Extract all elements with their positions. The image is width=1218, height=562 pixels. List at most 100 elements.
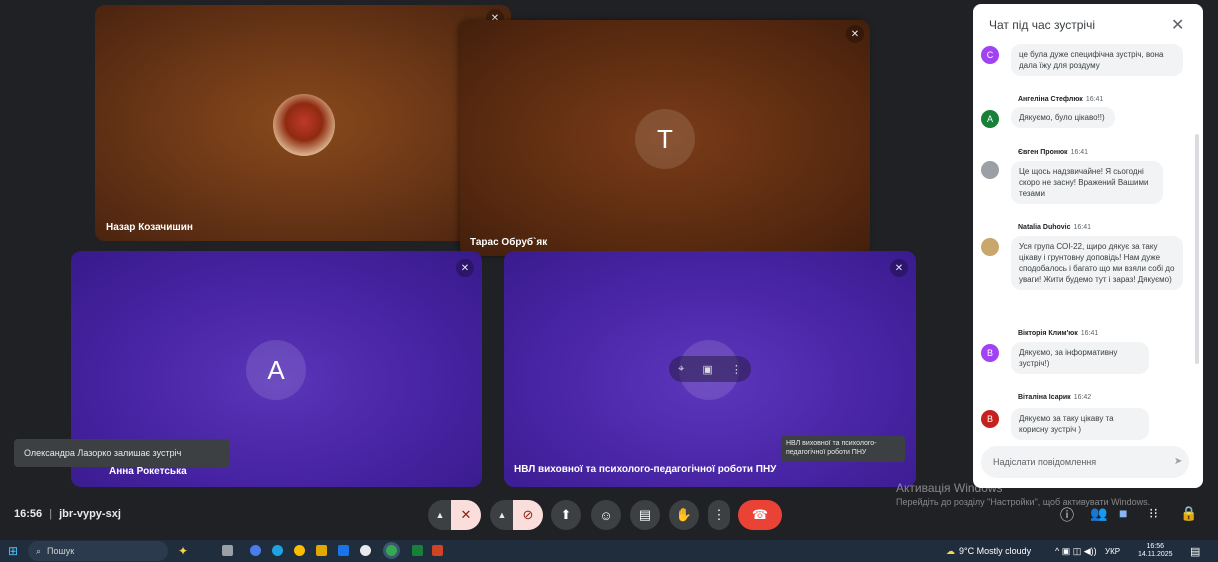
notification-icon[interactable]: ▤ — [1190, 540, 1200, 562]
windows-start-icon[interactable]: ⊞ — [8, 540, 18, 562]
hangup-icon: ☎ — [751, 507, 769, 522]
people-icon[interactable]: 👥 — [1090, 505, 1107, 522]
search-label: Пошук — [47, 546, 75, 556]
mic-off-icon: ✕ — [456, 259, 474, 277]
hand-icon: ✋ — [675, 507, 693, 522]
message-text: це була дуже специфічна зустріч, вона да… — [1011, 44, 1183, 76]
task-view-icon[interactable] — [222, 545, 233, 556]
pin-icon[interactable]: ⌖ — [678, 363, 684, 376]
participant-tooltip: НВЛ виховної та психолого-педагогічної р… — [781, 436, 905, 462]
system-tray-icons[interactable]: ^ ▣ ◫ ◀)) — [1055, 540, 1097, 562]
weather-text: 9°C Mostly cloudy — [959, 546, 1032, 556]
message-time: 16:41 — [1085, 96, 1104, 103]
excel-icon[interactable] — [412, 545, 423, 556]
present-icon: ⬆ — [560, 507, 572, 522]
user-avatar: С — [981, 46, 999, 64]
message-header: Ангеліна Стефлюк 16:41 — [1018, 96, 1103, 103]
present-screen-button[interactable]: ⬆ — [551, 500, 581, 530]
input-placeholder: Надіслати повідомлення — [993, 457, 1097, 467]
sparkle-icon[interactable]: ✦ — [178, 540, 188, 562]
weather-icon: ☁ — [946, 545, 955, 556]
message-author: Віталіна Ісарик — [1018, 394, 1071, 401]
message-text: Дякуємо, за інформативну зустріч!) — [1011, 342, 1149, 374]
camera-off-icon: ⊘ — [522, 507, 534, 522]
chrome-icon[interactable] — [294, 545, 305, 556]
clock-date: 14.11.2025 — [1138, 551, 1173, 558]
file-explorer-icon[interactable] — [316, 545, 327, 556]
copilot-icon[interactable] — [250, 545, 261, 556]
chat-messages[interactable]: С це була дуже специфічна зустріч, вона … — [973, 42, 1203, 440]
message-text: Дякуємо за таку цікаву та корисну зустрі… — [1011, 408, 1149, 440]
participant-name: Анна Рокетська — [109, 466, 187, 477]
powerpoint-icon[interactable] — [432, 545, 443, 556]
user-photo-avatar — [981, 238, 999, 256]
avatar-initial: В — [986, 348, 993, 358]
chat-title: Чат під час зустрічі — [989, 18, 1095, 32]
reactions-button[interactable]: ☺ — [591, 500, 621, 530]
message-time: 16:42 — [1073, 394, 1092, 401]
host-controls-icon[interactable]: 🔒 — [1180, 505, 1197, 522]
more-options-icon[interactable]: ⋮ — [731, 363, 742, 376]
avatar-initial: А — [267, 354, 285, 385]
send-icon[interactable]: ➤ — [1174, 456, 1182, 467]
message-text: Уся група СОІ-22, щиро дякує за таку цік… — [1011, 236, 1183, 290]
search-icon: ⌕ — [36, 545, 42, 556]
meeting-code: jbr-vypy-sxj — [59, 508, 121, 520]
participant-avatar: Т — [635, 109, 695, 169]
mic-off-icon: ✕ — [890, 259, 908, 277]
leave-call-button[interactable]: ☎ — [738, 500, 782, 530]
chat-message-input[interactable]: Надіслати повідомлення ➤ — [981, 446, 1189, 478]
message-header: Євген Пронюк 16:41 — [1018, 149, 1088, 156]
leave-notification: Олександра Лазорко залишає зустріч — [14, 439, 230, 467]
user-avatar: А — [981, 110, 999, 128]
weather-widget[interactable]: ☁ 9°C Mostly cloudy — [946, 540, 1031, 562]
chat-panel: Чат під час зустрічі ✕ С це була дуже сп… — [973, 4, 1203, 488]
close-icon[interactable]: ✕ — [1171, 15, 1184, 35]
captions-button[interactable]: ▤ — [630, 500, 660, 530]
info-icon[interactable]: ⓘ — [1060, 505, 1074, 525]
participant-tile-nazar[interactable]: Назар Козачишин ✕ — [95, 5, 511, 241]
windows-taskbar: ⊞ ⌕ Пошук ✦ ☁ 9°C Mostly cloudy ^ ▣ ◫ ◀)… — [0, 540, 1218, 562]
participant-name: Назар Козачишин — [106, 222, 193, 233]
tea-avatar — [273, 94, 335, 156]
user-photo-avatar — [981, 161, 999, 179]
participant-name: НВЛ виховної та психолого-педагогічної р… — [514, 464, 777, 475]
message-time: 16:41 — [1070, 149, 1089, 156]
language-indicator[interactable]: УКР — [1105, 540, 1120, 562]
message-text: Це щось надзвичайне! Я сьогодні скоро не… — [1011, 161, 1163, 204]
avatar-initial: В — [986, 414, 993, 424]
frame-icon[interactable]: ▣ — [702, 363, 712, 376]
avatar-initial: С — [986, 50, 994, 60]
mic-off-icon: ✕ — [846, 25, 864, 43]
raise-hand-button[interactable]: ✋ — [669, 500, 699, 530]
emoji-icon: ☺ — [599, 507, 613, 523]
separator: | — [49, 508, 53, 520]
activities-icon[interactable]: ⁝⁝ — [1149, 505, 1158, 522]
message-header: Віталіна Ісарик 16:42 — [1018, 394, 1091, 401]
participant-avatar: А — [246, 340, 306, 400]
participant-name: Тарас Обруб`як — [470, 237, 548, 248]
participant-tile-taras[interactable]: Т Тарас Обруб`як ✕ — [460, 20, 870, 256]
avatar-initial: Т — [657, 123, 673, 154]
more-options-button[interactable]: ⋮ — [708, 500, 730, 530]
user-avatar: В — [981, 410, 999, 428]
video-options-caret[interactable]: ▲ — [490, 500, 514, 530]
message-header: Вікторія Клим'юк 16:41 — [1018, 330, 1098, 337]
chat-scrollbar[interactable] — [1195, 134, 1199, 364]
captions-icon: ▤ — [638, 507, 652, 522]
chrome-active-icon[interactable] — [386, 545, 397, 556]
camera-toggle-button[interactable]: ⊘ — [513, 500, 543, 530]
chat-icon[interactable]: ■ — [1119, 505, 1127, 521]
tile-hover-controls[interactable]: ⌖ ▣ ⋮ — [669, 356, 751, 382]
activation-subtitle: Перейдіть до розділу "Настройки", щоб ак… — [896, 497, 1151, 507]
app-icon[interactable] — [360, 545, 371, 556]
taskbar-search[interactable]: ⌕ Пошук — [28, 541, 168, 561]
message-author: Ангеліна Стефлюк — [1018, 96, 1083, 103]
audio-options-caret[interactable]: ▲ — [428, 500, 452, 530]
edge-icon[interactable] — [272, 545, 283, 556]
message-author: Natalia Duhovic — [1018, 224, 1071, 231]
store-icon[interactable] — [338, 545, 349, 556]
mic-off-icon: ✕ — [460, 507, 472, 522]
taskbar-clock[interactable]: 16:56 14.11.2025 — [1138, 540, 1173, 562]
mic-toggle-button[interactable]: ✕ — [451, 500, 481, 530]
